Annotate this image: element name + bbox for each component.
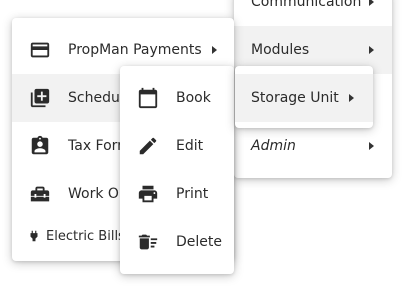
actions-submenu: Book Edit Print Delete [120,66,234,274]
menu-item-print[interactable]: Print [120,170,234,218]
menu-item-label: PropMan Payments [68,42,202,58]
menu-item-edit[interactable]: Edit [120,122,234,170]
menu-item-label: Print [176,186,209,202]
calendar-icon [136,86,160,110]
menu-item-communication[interactable]: Communication [234,0,392,26]
menu-item-label: Communication [251,0,362,10]
menu-item-label: Admin [251,138,296,154]
chevron-right-icon [369,46,374,54]
printer-icon [136,182,160,206]
credit-card-icon [28,38,52,62]
menu-stage: Communication Modules Admin Storage Unit… [0,0,411,288]
chevron-right-icon [369,0,374,6]
chevron-right-icon [369,142,374,150]
menu-item-admin[interactable]: Admin [234,122,392,170]
toolbox-icon [28,182,52,206]
menu-item-delete[interactable]: Delete [120,218,234,266]
electric-plug-icon [22,224,46,248]
menu-item-label: Book [176,90,211,106]
menu-item-label: Electric Bills [46,228,125,244]
delete-sweep-icon [136,230,160,254]
menu-item-storage-unit[interactable]: Storage Unit [235,74,373,122]
menu-item-label: Edit [176,138,204,154]
storage-submenu: Storage Unit [235,66,373,128]
menu-item-label: Modules [251,42,310,58]
chevron-right-icon [349,94,354,102]
chevron-right-icon [212,46,217,54]
add-box-icon [28,86,52,110]
clipboard-user-icon [28,134,52,158]
menu-item-book[interactable]: Book [120,74,234,122]
pencil-icon [136,134,160,158]
menu-item-label: Storage Unit [251,90,339,106]
menu-item-label: Delete [176,234,222,250]
